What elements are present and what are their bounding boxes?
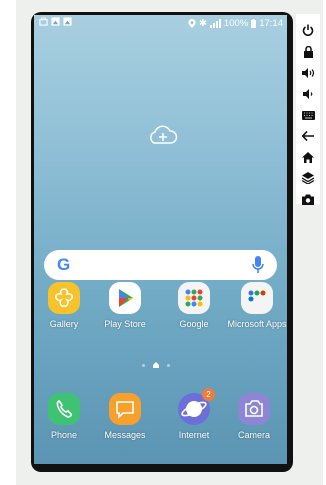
google-search-bar[interactable]: G bbox=[44, 250, 277, 280]
screenshot-icon[interactable] bbox=[300, 191, 316, 207]
play-store-icon bbox=[109, 282, 141, 314]
camera-icon bbox=[238, 393, 270, 425]
clock: 17:14 bbox=[259, 18, 283, 29]
page-indicator bbox=[142, 362, 170, 368]
app-phone[interactable]: Phone bbox=[34, 393, 94, 440]
notification-icon bbox=[39, 17, 48, 26]
app-label: Phone bbox=[50, 430, 78, 440]
status-bar: ✱ 100% 17:14 bbox=[34, 15, 287, 32]
microsoft-folder-icon bbox=[241, 282, 273, 314]
battery-percent: 100% bbox=[223, 18, 249, 29]
location-icon bbox=[188, 19, 196, 28]
internet-icon: 2 bbox=[178, 388, 215, 425]
emulator-toolbar bbox=[296, 14, 320, 207]
messages-icon bbox=[109, 393, 141, 425]
google-logo: G bbox=[57, 255, 71, 274]
app-label: Messages bbox=[104, 430, 146, 440]
back-icon[interactable] bbox=[300, 128, 316, 144]
page-dot bbox=[142, 363, 145, 367]
image-notification-icon-2 bbox=[63, 17, 72, 26]
phone-icon bbox=[48, 393, 80, 425]
keyboard-icon[interactable] bbox=[300, 107, 316, 123]
app-play-store[interactable]: Play Store bbox=[95, 282, 155, 329]
battery-icon bbox=[251, 19, 257, 28]
app-label: Gallery bbox=[49, 319, 79, 329]
lock-icon[interactable] bbox=[300, 44, 316, 60]
volume-down-icon[interactable] bbox=[300, 86, 316, 102]
app-internet[interactable]: 2 Internet bbox=[164, 388, 224, 440]
app-label: Microsoft Apps bbox=[227, 319, 287, 329]
app-label: Google bbox=[179, 319, 209, 329]
app-microsoft-folder[interactable]: Microsoft Apps bbox=[227, 282, 287, 329]
app-google-folder[interactable]: Google bbox=[164, 282, 224, 329]
bluetooth-icon: ✱ bbox=[198, 18, 207, 29]
app-label: Camera bbox=[237, 430, 270, 440]
signal-icon bbox=[209, 19, 221, 28]
app-messages[interactable]: Messages bbox=[95, 393, 155, 440]
app-label: Internet bbox=[178, 430, 210, 440]
volume-up-icon[interactable] bbox=[300, 65, 316, 81]
app-label: Play Store bbox=[104, 319, 146, 329]
phone-screen[interactable]: ✱ 100% 17:14 G Gallery Play Store Google… bbox=[34, 15, 287, 464]
app-gallery[interactable]: Gallery bbox=[34, 282, 94, 329]
notification-badge: 2 bbox=[202, 388, 215, 401]
image-notification-icon bbox=[51, 17, 60, 26]
google-folder-icon bbox=[178, 282, 210, 314]
gallery-icon bbox=[48, 282, 80, 314]
app-camera[interactable]: Camera bbox=[224, 393, 284, 440]
home-page-icon bbox=[153, 362, 159, 368]
power-icon[interactable] bbox=[300, 22, 316, 38]
layers-icon[interactable] bbox=[300, 170, 316, 186]
home-icon[interactable] bbox=[300, 149, 316, 165]
microphone-icon[interactable] bbox=[252, 256, 264, 274]
page-dot bbox=[167, 363, 170, 367]
add-cloud-icon[interactable] bbox=[146, 123, 178, 147]
